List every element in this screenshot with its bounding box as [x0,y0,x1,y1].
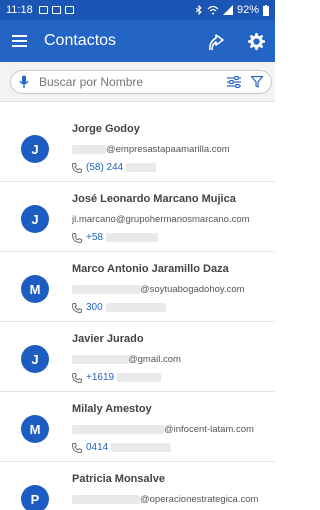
status-time: 11:18 [6,4,33,16]
battery-percent: 92% [236,4,259,16]
contact-list: J Jorge Godoy @empresastapaamarilla.com … [0,112,275,510]
contact-item[interactable]: J Jorge Godoy @empresastapaamarilla.com … [0,112,275,182]
redacted [72,495,140,504]
contact-name: Marco Antonio Jaramillo Daza [72,263,229,275]
search-input[interactable] [39,75,209,89]
avatar: M [21,415,49,443]
contact-email: @gmail.com [72,354,181,365]
notification-icons [38,6,74,14]
wifi-icon [207,5,219,15]
contact-phone[interactable]: 300 [72,302,166,313]
contact-phone[interactable]: +1619 [72,372,162,383]
contact-phone[interactable]: (58) 244 [72,162,157,173]
redacted [117,373,162,382]
phone-icon [72,372,82,383]
signal-icon [222,5,233,15]
contact-name: Javier Jurado [72,333,144,345]
sliders-icon[interactable] [227,76,241,88]
contact-phone[interactable]: 0414 [72,442,172,453]
contact-name: Milaly Amestoy [72,403,152,415]
redacted [72,425,164,434]
contact-email: @operacionestrategica.com [72,494,258,505]
page-title: Contactos [44,32,117,49]
app-bar: Contactos [0,20,275,62]
redacted [72,285,140,294]
contact-name: Patricia Monsalve [72,473,165,485]
contact-name: Jorge Godoy [72,123,140,135]
avatar: M [21,275,49,303]
contact-item[interactable]: M Marco Antonio Jaramillo Daza @soytuabo… [0,252,275,322]
contact-email: @empresastapaamarilla.com [72,144,230,155]
message-notification-icon [51,6,61,14]
search-bar[interactable] [10,70,272,94]
contact-item[interactable]: M Milaly Amestoy @infocent-latam.com 041… [0,392,275,462]
avatar: J [21,205,49,233]
contact-email: @soytuabogadohoy.com [72,284,245,295]
redacted [72,355,128,364]
status-bar: 11:18 92% [0,0,275,20]
contact-name: José Leonardo Marcano Mujica [72,193,236,205]
contact-item[interactable]: P Patricia Monsalve @operacionestrategic… [0,462,275,510]
contact-item[interactable]: J Javier Jurado @gmail.com +1619 [0,322,275,392]
phone-icon [72,162,82,173]
redacted [105,303,166,312]
gear-icon[interactable] [245,30,267,52]
search-area [0,62,275,102]
mail-notification-icon [64,6,74,14]
bluetooth-icon [195,5,202,15]
avatar: J [21,135,49,163]
redacted [111,443,172,452]
redacted [126,163,157,172]
image-notification-icon [38,6,48,14]
microphone-icon[interactable] [19,75,29,89]
contact-email: jl.marcano@grupohermanosmarcano.com [72,214,250,225]
avatar: J [21,345,49,373]
phone-icon [72,302,82,313]
filter-icon[interactable] [251,76,263,88]
phone-icon [72,232,82,243]
redacted [105,233,158,242]
call-forward-icon[interactable] [205,30,227,52]
redacted [72,145,106,154]
avatar: P [21,485,49,510]
contact-phone[interactable]: +58 [72,232,158,243]
battery-icon [263,4,269,16]
phone-icon [72,442,82,453]
menu-icon[interactable] [8,30,30,52]
contact-email: @infocent-latam.com [72,424,254,435]
contact-item[interactable]: J José Leonardo Marcano Mujica jl.marcan… [0,182,275,252]
